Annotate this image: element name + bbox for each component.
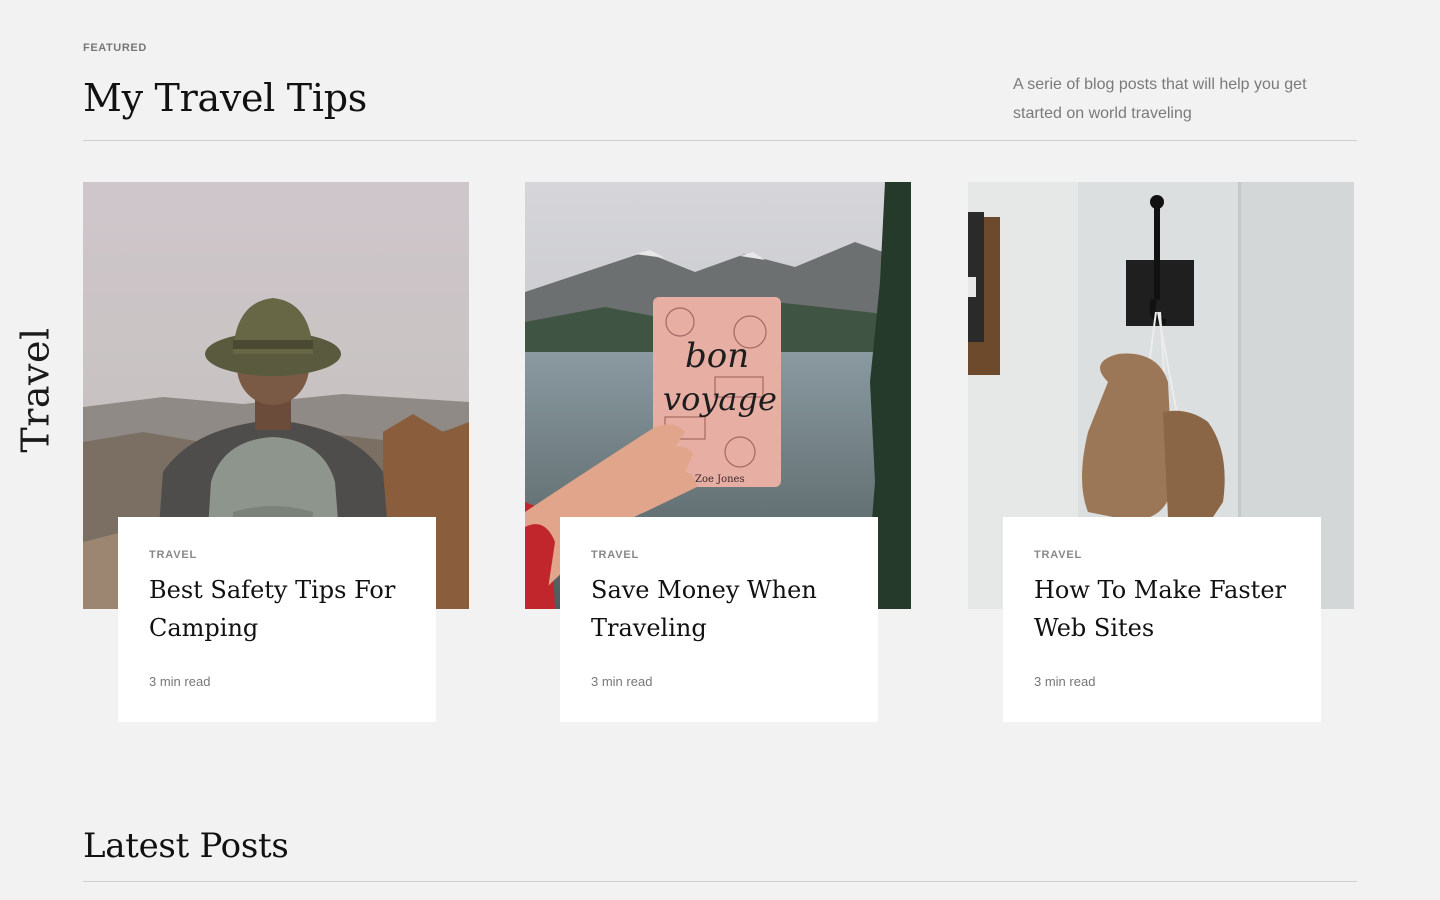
- post-card-save-money[interactable]: bon voyage Zoe Jones TRAVEL Save Money W…: [525, 182, 911, 722]
- read-time: 3 min read: [1034, 674, 1096, 689]
- post-category[interactable]: TRAVEL: [1034, 549, 1291, 561]
- post-card-faster-websites[interactable]: TRAVEL How To Make Faster Web Sites 3 mi…: [968, 182, 1354, 722]
- post-title[interactable]: How To Make Faster Web Sites: [1034, 571, 1291, 647]
- latest-posts-title: Latest Posts: [83, 826, 289, 866]
- read-time: 3 min read: [591, 674, 653, 689]
- post-card-body[interactable]: TRAVEL How To Make Faster Web Sites 3 mi…: [1003, 517, 1321, 722]
- read-time: 3 min read: [149, 674, 211, 689]
- post-title[interactable]: Save Money When Traveling: [591, 571, 848, 647]
- vertical-category-label: Travel: [14, 327, 58, 452]
- post-card-safety-tips[interactable]: TRAVEL Best Safety Tips For Camping 3 mi…: [83, 182, 469, 722]
- side-label-text: Travel: [14, 327, 58, 453]
- post-title[interactable]: Best Safety Tips For Camping: [149, 571, 406, 647]
- featured-description: A serie of blog posts that will help you…: [1013, 76, 1307, 122]
- svg-text:voyage: voyage: [663, 380, 777, 418]
- post-category[interactable]: TRAVEL: [149, 549, 406, 561]
- featured-eyebrow: FEATURED: [83, 42, 147, 54]
- post-category[interactable]: TRAVEL: [591, 549, 848, 561]
- svg-text:bon: bon: [685, 336, 749, 376]
- latest-posts-header: Latest Posts: [83, 822, 1357, 882]
- svg-text:Zoe Jones: Zoe Jones: [695, 474, 745, 485]
- featured-title: My Travel Tips: [83, 76, 367, 120]
- post-card-body[interactable]: TRAVEL Best Safety Tips For Camping 3 mi…: [118, 517, 436, 722]
- post-card-body[interactable]: TRAVEL Save Money When Traveling 3 min r…: [560, 517, 878, 722]
- featured-section-header: FEATURED My Travel Tips A serie of blog …: [83, 40, 1357, 141]
